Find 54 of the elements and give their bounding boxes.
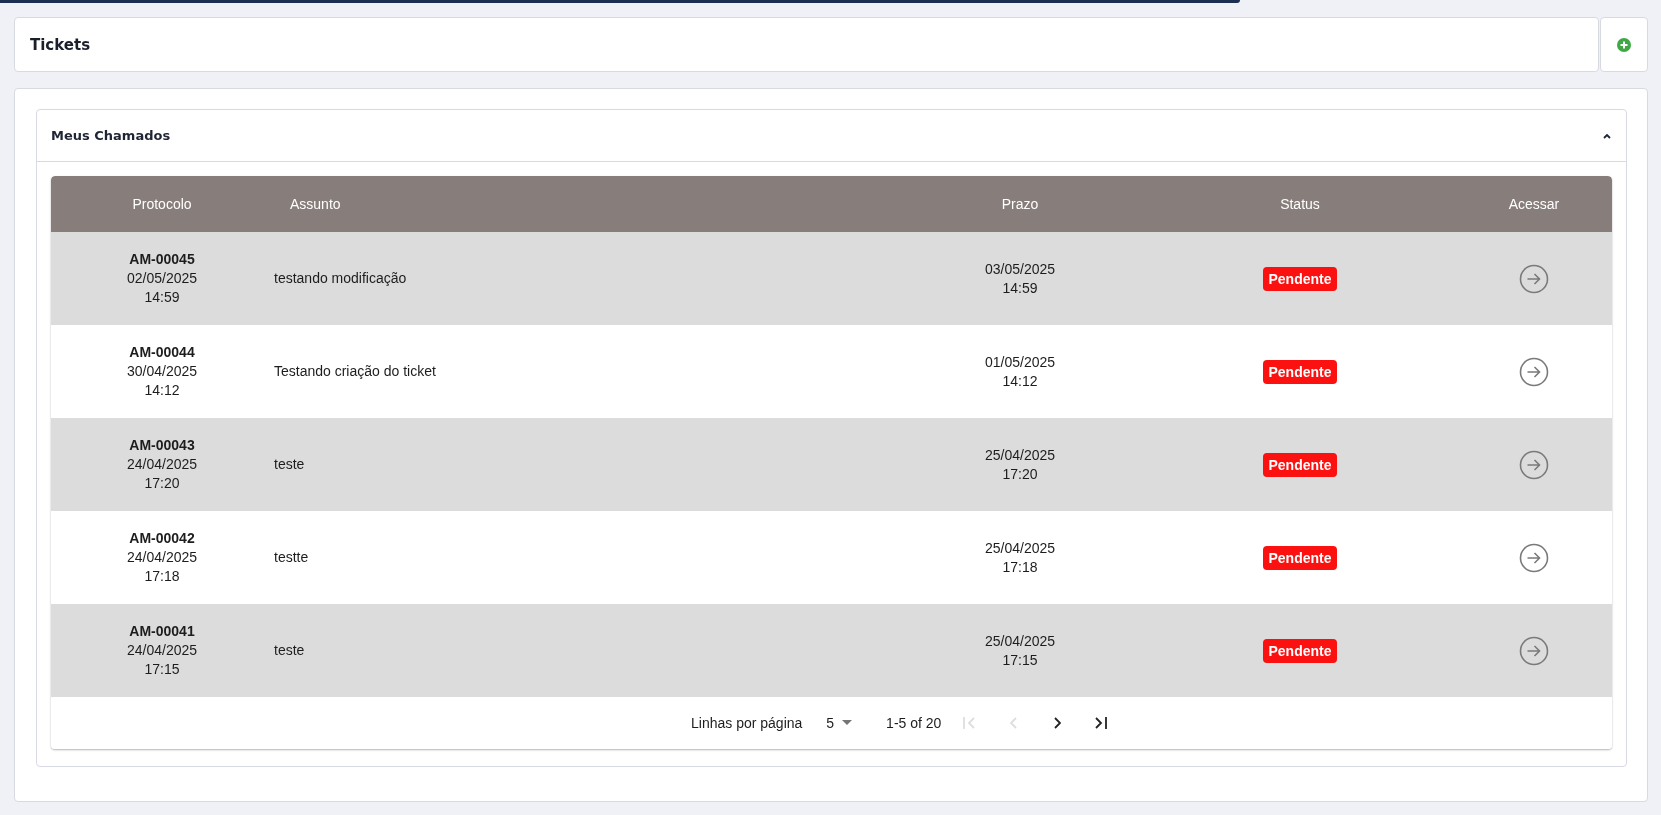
created-time: 14:59 bbox=[144, 288, 180, 307]
column-header: Assunto bbox=[289, 196, 342, 212]
due-date: 25/04/2025 bbox=[984, 445, 1056, 465]
arrow-circle-icon[interactable] bbox=[1519, 263, 1549, 294]
page-range: 1-5 of 20 bbox=[886, 715, 942, 731]
rows-per-page-select[interactable]: 5 bbox=[822, 715, 857, 731]
subject-text: teste bbox=[274, 455, 305, 474]
due-time: 17:18 bbox=[1002, 557, 1038, 577]
due-time: 17:15 bbox=[1002, 650, 1038, 670]
add-button[interactable] bbox=[1600, 17, 1648, 72]
status-badge: Pendente bbox=[1263, 359, 1337, 384]
column-header: Status bbox=[1279, 196, 1321, 212]
arrow-circle-icon[interactable] bbox=[1519, 356, 1549, 387]
column-header: Prazo bbox=[1000, 196, 1040, 212]
arrow-circle-icon[interactable] bbox=[1519, 449, 1549, 480]
column-header: Protocolo bbox=[131, 196, 193, 212]
created-date: 02/05/2025 bbox=[126, 269, 198, 288]
created-time: 17:18 bbox=[144, 567, 180, 586]
created-time: 17:20 bbox=[144, 474, 180, 493]
created-time: 17:15 bbox=[144, 660, 180, 679]
due-date: 01/05/2025 bbox=[984, 352, 1056, 372]
created-date: 30/04/2025 bbox=[126, 362, 198, 381]
created-time: 14:12 bbox=[144, 381, 180, 400]
chevron-icon[interactable] bbox=[1602, 131, 1612, 140]
created-date: 24/04/2025 bbox=[126, 455, 198, 474]
status-badge: Pendente bbox=[1263, 638, 1337, 663]
dropdown-caret-icon bbox=[842, 720, 853, 726]
created-date: 24/04/2025 bbox=[126, 548, 198, 567]
status-badge: Pendente bbox=[1263, 545, 1337, 570]
subject-text: testte bbox=[274, 548, 309, 567]
plus-circle-icon bbox=[1616, 36, 1632, 53]
arrow-circle-icon[interactable] bbox=[1519, 635, 1549, 666]
due-time: 14:12 bbox=[1002, 371, 1038, 391]
subject-text: teste bbox=[274, 641, 305, 660]
protocol-number: AM-00045 bbox=[129, 250, 195, 269]
status-badge: Pendente bbox=[1263, 266, 1337, 291]
subject-text: testando modificação bbox=[274, 269, 407, 288]
rows-per-page-label: Linhas por página bbox=[691, 715, 803, 731]
column-header: Acessar bbox=[1507, 196, 1561, 212]
protocol-number: AM-00044 bbox=[129, 343, 195, 362]
subject-text: Testando criação do ticket bbox=[274, 362, 436, 381]
status-badge: Pendente bbox=[1263, 452, 1337, 477]
panel-title: Meus Chamados bbox=[51, 128, 171, 143]
protocol-number: AM-00041 bbox=[129, 622, 195, 641]
created-date: 24/04/2025 bbox=[126, 641, 198, 660]
due-date: 25/04/2025 bbox=[984, 631, 1056, 651]
protocol-number: AM-00042 bbox=[129, 529, 195, 548]
page-title: Tickets bbox=[30, 35, 91, 54]
due-date: 03/05/2025 bbox=[984, 259, 1056, 279]
arrow-circle-icon[interactable] bbox=[1519, 542, 1549, 573]
due-date: 25/04/2025 bbox=[984, 538, 1056, 558]
due-time: 17:20 bbox=[1002, 464, 1038, 484]
protocol-number: AM-00043 bbox=[129, 436, 195, 455]
due-time: 14:59 bbox=[1002, 278, 1038, 298]
